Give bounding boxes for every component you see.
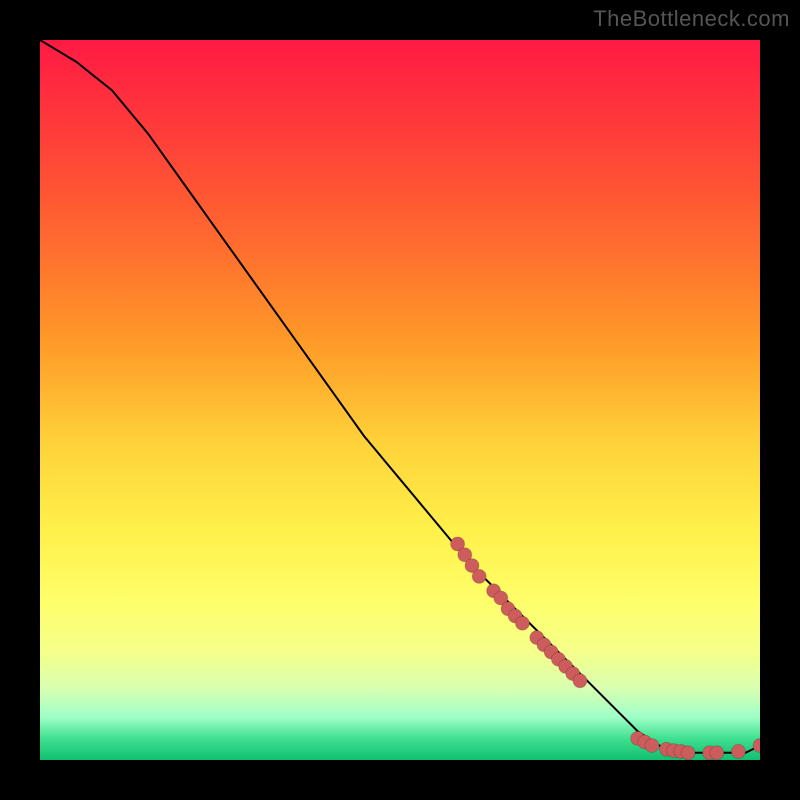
marker-group [451, 537, 760, 760]
data-marker [515, 616, 529, 630]
plot-area [40, 40, 760, 760]
data-marker [681, 746, 695, 760]
chart-frame: TheBottleneck.com [0, 0, 800, 800]
data-marker [753, 739, 760, 753]
data-marker [573, 674, 587, 688]
data-marker [472, 569, 486, 583]
data-marker [710, 746, 724, 760]
data-marker [645, 739, 659, 753]
bottleneck-curve [40, 40, 760, 753]
chart-svg [40, 40, 760, 760]
data-marker [731, 744, 745, 758]
watermark-text: TheBottleneck.com [593, 6, 790, 32]
